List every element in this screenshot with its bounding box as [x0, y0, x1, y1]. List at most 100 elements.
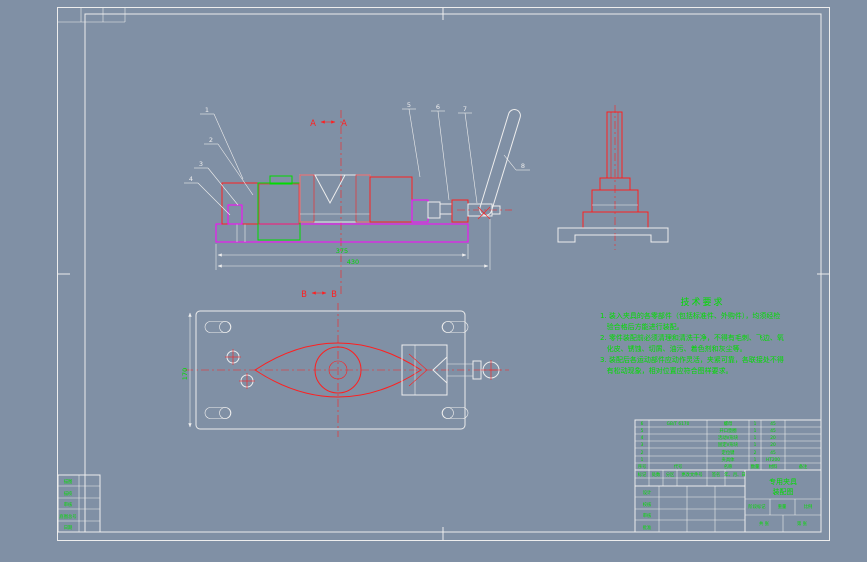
dimension-width: 375: [336, 247, 348, 255]
field-sign: 签名: [712, 471, 721, 478]
strip-row-label: 底图总号: [59, 513, 76, 520]
field-approve: 批准: [643, 524, 652, 531]
pin-hole-1: [225, 349, 241, 365]
tech-requirements-line: 3. 装配后各运动部件应动作灵活，夹紧可靠，各联接处不得: [600, 356, 784, 364]
svg-text:1: 1: [754, 428, 757, 434]
corner-slot-bl: [204, 407, 232, 419]
svg-text:备注: 备注: [799, 463, 808, 470]
svg-text:4: 4: [189, 175, 193, 183]
svg-text:定位键: 定位键: [722, 449, 736, 456]
tech-requirements-line: 2. 零件装配前必须清理和清洗干净，不得有毛刺、飞边、氧: [600, 334, 784, 342]
balloon-6: 6: [431, 103, 450, 201]
svg-text:45: 45: [770, 450, 776, 456]
parts-list-row: 4 活动V形块 1 20: [641, 434, 776, 441]
field-zone: 分区: [666, 471, 675, 478]
tech-requirements-line: 有松动现象，相对位置应符合图样要求。: [600, 367, 733, 375]
strip-row-label: 描图: [64, 478, 73, 485]
side-view: [557, 105, 669, 250]
corner-slot-br: [441, 407, 469, 419]
cad-canvas: A A 375 430 1 2 3 4 5 6 7 8 B B 170 序号 代…: [0, 0, 867, 562]
corner-slot-tl: [204, 321, 232, 333]
movable-jaw: [401, 344, 448, 396]
left-pin: [227, 204, 243, 225]
section-label-bb: B B: [301, 290, 337, 300]
svg-text:固定V形块: 固定V形块: [718, 441, 739, 448]
svg-text:45: 45: [770, 428, 776, 434]
section-letter: A: [341, 119, 347, 129]
field-scale: 比例: [804, 503, 813, 510]
svg-text:5: 5: [407, 101, 411, 109]
balloon-7: 7: [458, 105, 478, 204]
title-block: 序号 代号 名称 数量 材料 备注 6 GB/T 6170 螺母 1 45 5: [634, 419, 822, 533]
field-file: 更改文件号: [681, 471, 702, 478]
svg-text:20: 20: [770, 435, 776, 441]
svg-text:6: 6: [436, 103, 440, 111]
section-letter: A: [310, 119, 316, 129]
tech-requirements-line: 化皮、锈蚀、切屑、油污、着色剂和灰尘等。: [600, 345, 747, 353]
svg-text:序号: 序号: [638, 463, 647, 470]
field-date: 年、月、日: [724, 471, 745, 478]
base-plate: [215, 223, 469, 243]
parts-list-row: 1 夹具体 1 HT200: [641, 456, 781, 463]
svg-text:数量: 数量: [751, 463, 760, 470]
svg-text:夹具体: 夹具体: [722, 456, 736, 463]
svg-text:2: 2: [641, 450, 644, 456]
field-stage: 阶段标记: [748, 503, 766, 510]
svg-text:3: 3: [641, 442, 644, 448]
locator-block: [257, 182, 301, 241]
section-letter: B: [301, 290, 307, 300]
nut: [427, 201, 441, 219]
svg-text:活动V形块: 活动V形块: [718, 434, 739, 441]
strip-row-label: 描校: [64, 490, 73, 497]
field-sheet-no: 第 张: [797, 520, 808, 527]
strip-row-label: 审核: [64, 501, 73, 508]
field-design: 设计: [643, 489, 652, 496]
svg-text:螺母: 螺母: [724, 420, 733, 427]
handle-stem: [606, 111, 623, 179]
parts-list-header: 序号 代号 名称 数量 材料 备注: [638, 463, 808, 470]
tech-requirements-line: 验合格后方能进行装配。: [600, 323, 684, 331]
right-block: [369, 176, 413, 223]
dimension-total: 430: [347, 258, 359, 266]
base-block: [582, 211, 649, 229]
svg-text:1: 1: [754, 421, 757, 427]
field-sheets: 共 张: [759, 520, 770, 527]
svg-text:3: 3: [199, 160, 203, 168]
drawing-svg: A A 375 430 1 2 3 4 5 6 7 8 B B 170 序号 代…: [57, 7, 830, 541]
section-label-aa: A A: [310, 119, 347, 129]
parts-list-row: 6 GB/T 6170 螺母 1 45: [641, 420, 776, 427]
left-clamp-block: [221, 182, 259, 225]
svg-text:7: 7: [463, 105, 467, 113]
svg-text:1: 1: [754, 457, 757, 463]
drawing-sheet: A A 375 430 1 2 3 4 5 6 7 8 B B 170 序号 代…: [57, 7, 830, 541]
strip-row-label: 日期: [64, 525, 73, 531]
tech-requirements-line: 1. 装入夹具的各零部件（包括标准件、外购件），均须经检: [600, 312, 781, 320]
svg-text:2: 2: [209, 136, 213, 144]
dimension-height: 170: [181, 368, 189, 380]
operating-handle: [479, 109, 521, 216]
pin-hole-2: [239, 373, 255, 389]
bushing: [411, 199, 429, 223]
svg-text:8: 8: [521, 162, 525, 170]
svg-text:4: 4: [641, 435, 644, 441]
parts-list-row: 3 固定V形块 1 20: [641, 441, 776, 448]
parts-list-row: 5 开口垫圈 1 45: [641, 427, 776, 434]
svg-text:开口垫圈: 开口垫圈: [719, 427, 736, 434]
foot-plate: [557, 227, 669, 243]
svg-text:1: 1: [641, 457, 644, 463]
plan-view: B B 170: [181, 290, 509, 437]
field-check: 校核: [643, 501, 652, 508]
balloon-2: 2: [204, 136, 254, 196]
center-body: [299, 174, 371, 223]
field-mark: 标记: [638, 471, 647, 478]
field-review: 审核: [643, 512, 652, 519]
svg-text:1: 1: [205, 106, 209, 114]
balloon-5: 5: [402, 101, 421, 178]
svg-text:6: 6: [641, 421, 644, 427]
svg-text:代号: 代号: [674, 463, 683, 470]
svg-text:GB/T 6170: GB/T 6170: [667, 421, 690, 427]
corner-slot-tr: [441, 321, 469, 333]
drawing-title-line1: 专用夹具: [769, 477, 797, 486]
front-section-view: A A 375 430 1 2 3 4 5 6 7 8: [184, 101, 530, 297]
parts-list-row: 2 定位键 2 45: [641, 449, 776, 456]
